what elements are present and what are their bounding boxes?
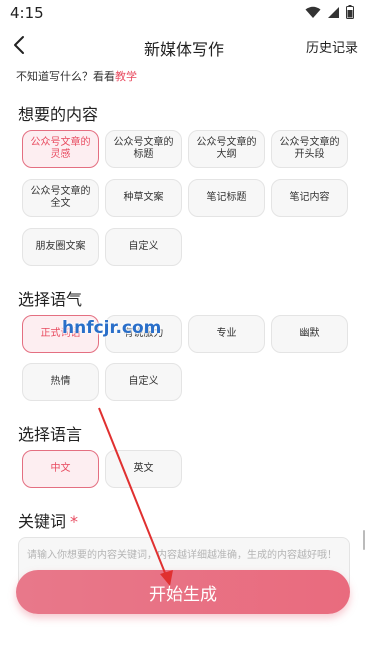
chip-text-line: 灵感 [50, 149, 71, 160]
content-option-chip[interactable]: 朋友圈文案 [22, 228, 99, 266]
content-option-chip-label: 笔记内容 [290, 192, 330, 204]
content-option-chip[interactable]: 公众号文章的 标题 [105, 130, 182, 168]
tone-option-chip-label: 专业 [217, 328, 237, 340]
content-option-chip[interactable]: 公众号文章的 全文 [22, 179, 99, 217]
content-option-chip[interactable]: 笔记标题 [188, 179, 265, 217]
scrollbar[interactable] [363, 530, 365, 550]
chip-text-line: 幽默 [299, 328, 320, 339]
language-option-chip[interactable]: 中文 [22, 450, 99, 488]
content-option-chip[interactable]: 公众号文章的 开头段 [271, 130, 348, 168]
chip-text-line: 公众号文章的 [279, 137, 340, 148]
chip-text-line: 大纲 [216, 149, 237, 160]
chip-text-line: 朋友圈文案 [35, 241, 86, 252]
chip-text-line: 公众号文章的 [30, 137, 91, 148]
tone-option-chip[interactable]: 专业 [188, 315, 265, 353]
watermark: hnfcjr.com [62, 318, 162, 338]
chip-text-line: 英文 [133, 463, 154, 474]
content-option-chip-label: 种草文案 [124, 192, 164, 204]
chip-text-line: 公众号文章的 [113, 137, 174, 148]
chip-text-line: 自定义 [128, 376, 159, 387]
teaching-link[interactable]: 教学 [115, 70, 137, 83]
tone-option-chip-label: 热情 [51, 376, 71, 388]
language-section-title: 选择语言 [18, 425, 83, 444]
keywords-label-text: 关键词 [18, 512, 67, 531]
chip-text-line: 全文 [50, 198, 71, 209]
tone-section-title: 选择语气 [18, 290, 83, 309]
wifi-icon [305, 6, 321, 18]
history-button[interactable]: 历史记录 [306, 37, 358, 56]
content-option-chip-label: 公众号文章的 全文 [31, 186, 91, 210]
content-option-chip-label: 笔记标题 [207, 192, 247, 204]
start-generate-button[interactable]: 开始生成 [16, 570, 350, 614]
chip-text-line: 种草文案 [123, 192, 164, 203]
chip-text-line: 专业 [216, 328, 237, 339]
tone-option-chip[interactable]: 幽默 [271, 315, 348, 353]
teaching-hint: 不知道写什么？看看教学 [16, 68, 137, 84]
tone-option-chip[interactable]: 自定义 [105, 363, 182, 401]
content-option-chip[interactable]: 公众号文章的 大纲 [188, 130, 265, 168]
signal-icon [328, 6, 339, 18]
app-header: 新媒体写作 历史记录 [0, 30, 368, 64]
chip-text-line: 自定义 [128, 241, 159, 252]
language-option-chip[interactable]: 英文 [105, 450, 182, 488]
content-section-title: 想要的内容 [18, 105, 99, 124]
content-option-chip[interactable]: 自定义 [105, 228, 182, 266]
chip-text-line: 笔记内容 [289, 192, 330, 203]
hint-text: 不知道写什么？看看 [16, 70, 115, 83]
content-option-chip-label: 自定义 [129, 241, 159, 253]
content-option-chip[interactable]: 种草文案 [105, 179, 182, 217]
content-option-chip-label: 朋友圈文案 [36, 241, 86, 253]
language-option-chip-label: 英文 [134, 463, 154, 475]
content-option-chip[interactable]: 笔记内容 [271, 179, 348, 217]
language-option-chip-label: 中文 [51, 463, 71, 475]
required-mark: * [70, 512, 79, 531]
content-option-chip-label: 公众号文章的 大纲 [197, 137, 257, 161]
tone-option-chip[interactable]: 热情 [22, 363, 99, 401]
content-option-chip-label: 公众号文章的 开头段 [280, 137, 340, 161]
content-option-chip[interactable]: 公众号文章的 灵感 [22, 130, 99, 168]
chip-text-line: 笔记标题 [206, 192, 247, 203]
battery-icon [346, 5, 354, 19]
content-option-chip-label: 公众号文章的 标题 [114, 137, 174, 161]
chip-text-line: 开头段 [294, 149, 325, 160]
status-bar: 4:15 [0, 0, 368, 28]
chip-text-line: 中文 [50, 463, 71, 474]
chip-text-line: 公众号文章的 [30, 186, 91, 197]
status-icons [305, 5, 354, 19]
status-time: 4:15 [10, 4, 44, 22]
tone-option-chip-label: 幽默 [300, 328, 320, 340]
tone-option-chip-label: 自定义 [129, 376, 159, 388]
chip-text-line: 标题 [133, 149, 154, 160]
content-option-chip-label: 公众号文章的 灵感 [31, 137, 91, 161]
chip-text-line: 公众号文章的 [196, 137, 257, 148]
chip-text-line: 热情 [50, 376, 71, 387]
keywords-label: 关键词 * [18, 508, 78, 532]
